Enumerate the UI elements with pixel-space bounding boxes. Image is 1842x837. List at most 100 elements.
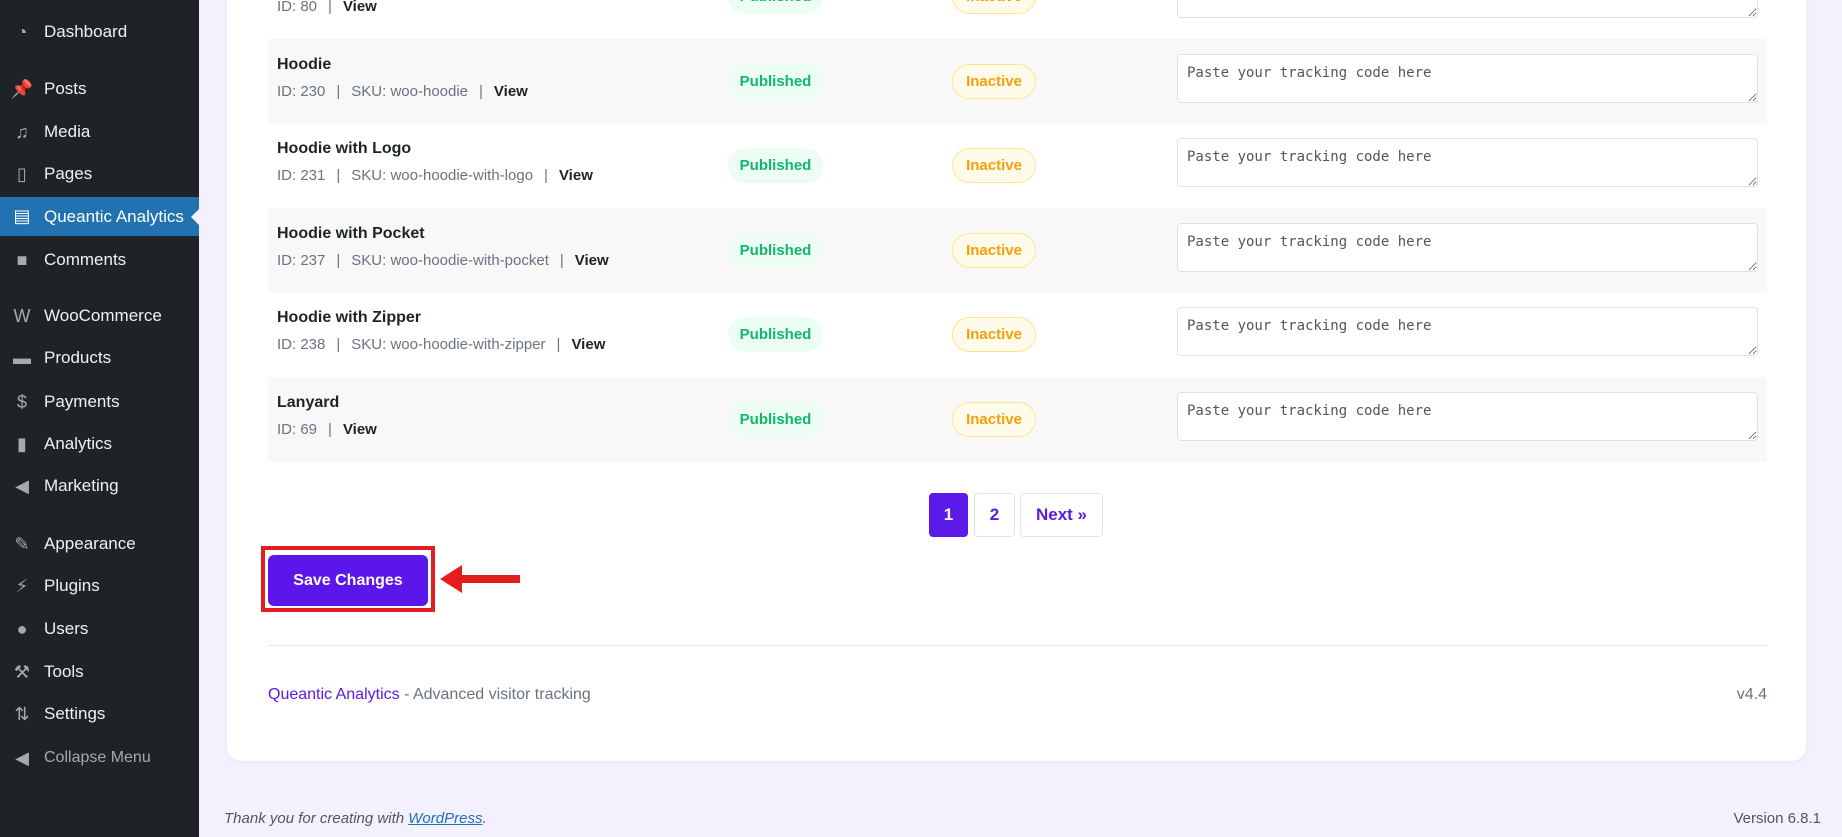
bar-chart-icon: ▮ — [17, 433, 27, 454]
sidebar-item-label: Analytics — [44, 434, 113, 453]
user-icon: ● — [16, 618, 28, 639]
dashboard-icon: ◔ — [16, 21, 28, 42]
save-changes-button[interactable]: Save Changes — [268, 555, 428, 606]
page-2-button[interactable]: 2 — [974, 493, 1015, 537]
view-link[interactable]: View — [575, 252, 609, 269]
view-link[interactable]: View — [559, 167, 593, 184]
product-name: Lanyard — [277, 394, 340, 411]
status-badge: Published — [728, 63, 823, 99]
sidebar-item-woocommerce[interactable]: W WooCommerce — [0, 296, 199, 336]
brush-icon: ✎ — [14, 533, 30, 554]
megaphone-icon: ◀ — [15, 475, 29, 496]
product-meta: ID: 231 | SKU: woo-hoodie-with-logo | View — [277, 167, 593, 184]
tracking-status-badge: Inactive — [952, 317, 1036, 353]
product-name: Hoodie with Pocket — [277, 224, 425, 242]
tracking-status-badge: Inactive — [952, 402, 1036, 437]
annotation-arrow-icon — [440, 565, 520, 593]
sidebar-item-posts[interactable]: 📌 Posts — [0, 69, 199, 109]
table-row: Hoodie ID: 230 | SKU: woo-hoodie | View Publis… — [268, 38, 1767, 124]
sidebar-item-tools[interactable]: ⚒ Tools — [0, 652, 199, 692]
tracking-status-badge: Inactive — [952, 232, 1036, 268]
sidebar-item-media[interactable]: ♫ Media — [0, 112, 199, 152]
separator: | — [479, 82, 483, 100]
sidebar-item-pages[interactable]: ▯ Pages — [0, 154, 199, 194]
sidebar-item-label: Appearance — [44, 534, 136, 553]
sidebar-item-payments[interactable]: $ Payments — [0, 382, 199, 422]
product-meta: ID: 80 | View — [277, 0, 377, 15]
comment-icon: ■ — [16, 249, 28, 270]
sidebar-item-plugins[interactable]: ⚡ Plugins — [0, 566, 199, 606]
sidebar-item-users[interactable]: ● Users — [0, 609, 199, 649]
dollar-icon: $ — [16, 391, 27, 412]
sidebar-item-settings[interactable]: ⇅ Settings — [0, 694, 199, 734]
sidebar-item-label: Media — [44, 122, 91, 141]
wordpress-link[interactable]: WordPress — [408, 810, 482, 827]
sidebar-item-label: Tools — [44, 662, 84, 681]
tracking-code-input[interactable] — [1177, 222, 1758, 272]
plug-icon: ⚡ — [15, 575, 29, 596]
collapse-label: Collapse Menu — [44, 749, 151, 766]
product-meta: ID: 230 | SKU: woo-hoodie | View — [277, 83, 528, 100]
sidebar-item-marketing[interactable]: ◀ Marketing — [0, 466, 199, 506]
collapse-menu-button[interactable]: ◀ Collapse Menu — [0, 738, 199, 778]
woo-icon: W — [13, 305, 31, 326]
wp-version: Version 6.8.1 — [1733, 810, 1821, 827]
sidebar-item-products[interactable]: ▬ Products — [0, 338, 199, 378]
plugin-footer: Queantic Analytics - Advanced visitor tr… — [268, 686, 591, 704]
thanks-suffix: . — [482, 810, 487, 827]
view-link[interactable]: View — [343, 421, 377, 438]
view-link[interactable]: View — [343, 0, 377, 15]
product-id: ID: 237 — [277, 251, 326, 269]
product-name: Hoodie — [277, 55, 332, 73]
status-badge: Published — [728, 232, 823, 268]
product-sku: SKU: woo-hoodie-with-pocket — [351, 251, 549, 269]
table-row: Hoodie with Logo ID: 231 | SKU: woo-hoodie-… — [268, 123, 1767, 208]
tracking-status-badge: Inactive — [952, 0, 1036, 14]
sidebar-item-analytics[interactable]: ▮ Analytics — [0, 424, 199, 464]
view-link[interactable]: View — [571, 336, 605, 353]
tracking-code-input[interactable] — [1177, 307, 1758, 357]
sidebar-item-comments[interactable]: ■ Comments — [0, 240, 199, 280]
sidebar-item-label: Dashboard — [44, 22, 128, 41]
sidebar-item-label: Queantic Analytics — [44, 206, 184, 226]
sidebar-item-queantic-analytics[interactable]: ▤ Queantic Analytics — [0, 197, 199, 236]
status-badge: Published — [728, 0, 823, 14]
product-name: Hoodie with Zipper — [277, 309, 421, 327]
product-meta: ID: 69 | View — [277, 421, 377, 438]
tracking-status-badge: Inactive — [952, 63, 1036, 99]
table-row: Hoodie with Pocket ID: 237 | SKU: woo-hoodi… — [268, 207, 1767, 293]
separator: | — [336, 82, 341, 100]
table-row: ID: 80|ViewPublishedInactivePaste your t… — [268, 0, 1767, 39]
product-id: ID: 231 — [277, 167, 326, 185]
product-sku: SKU: woo-hoodie-with-zipper — [351, 336, 546, 354]
sidebar-item-label: WooCommerce — [44, 306, 162, 325]
plugin-brand-link[interactable]: Queantic Analytics — [268, 686, 400, 703]
wrench-icon: ⚒ — [13, 661, 31, 682]
thanks-text: Thank you for creating with — [224, 810, 409, 827]
separator: | — [336, 251, 341, 269]
sidebar-item-label: Posts — [44, 79, 87, 98]
sidebar-item-appearance[interactable]: ✎ Appearance — [0, 524, 199, 564]
product-id: ID: 230 — [277, 82, 326, 100]
separator: | — [544, 167, 548, 185]
sidebar-item-label: Comments — [44, 250, 127, 269]
admin-sidebar: ◔ Dashboard 📌 Posts ♫ Media ▯ Pages ▤ Queantic An… — [0, 0, 199, 837]
view-link[interactable]: View — [494, 83, 528, 100]
tracking-code-input[interactable] — [1177, 138, 1758, 188]
status-badge: Published — [728, 402, 823, 437]
sidebar-item-dashboard[interactable]: ◔ Dashboard — [0, 12, 199, 52]
separator: | — [559, 251, 564, 269]
separator: | — [556, 336, 561, 354]
tracking-code-input[interactable] — [1177, 0, 1758, 18]
page-1-button[interactable]: 1 — [929, 493, 968, 537]
tracking-code-input[interactable] — [1177, 392, 1758, 441]
product-id: ID: 69 — [277, 421, 318, 438]
tracking-code-input[interactable] — [1177, 53, 1758, 103]
sidebar-item-label: Marketing — [44, 476, 119, 495]
pin-icon: 📌 — [10, 78, 34, 99]
sidebar-item-label: Payments — [44, 392, 120, 411]
collapse-icon: ◀ — [15, 747, 29, 768]
status-badge: Published — [728, 148, 823, 184]
next-page-button[interactable]: Next » — [1020, 493, 1103, 537]
sidebar-item-label: Settings — [44, 704, 106, 723]
